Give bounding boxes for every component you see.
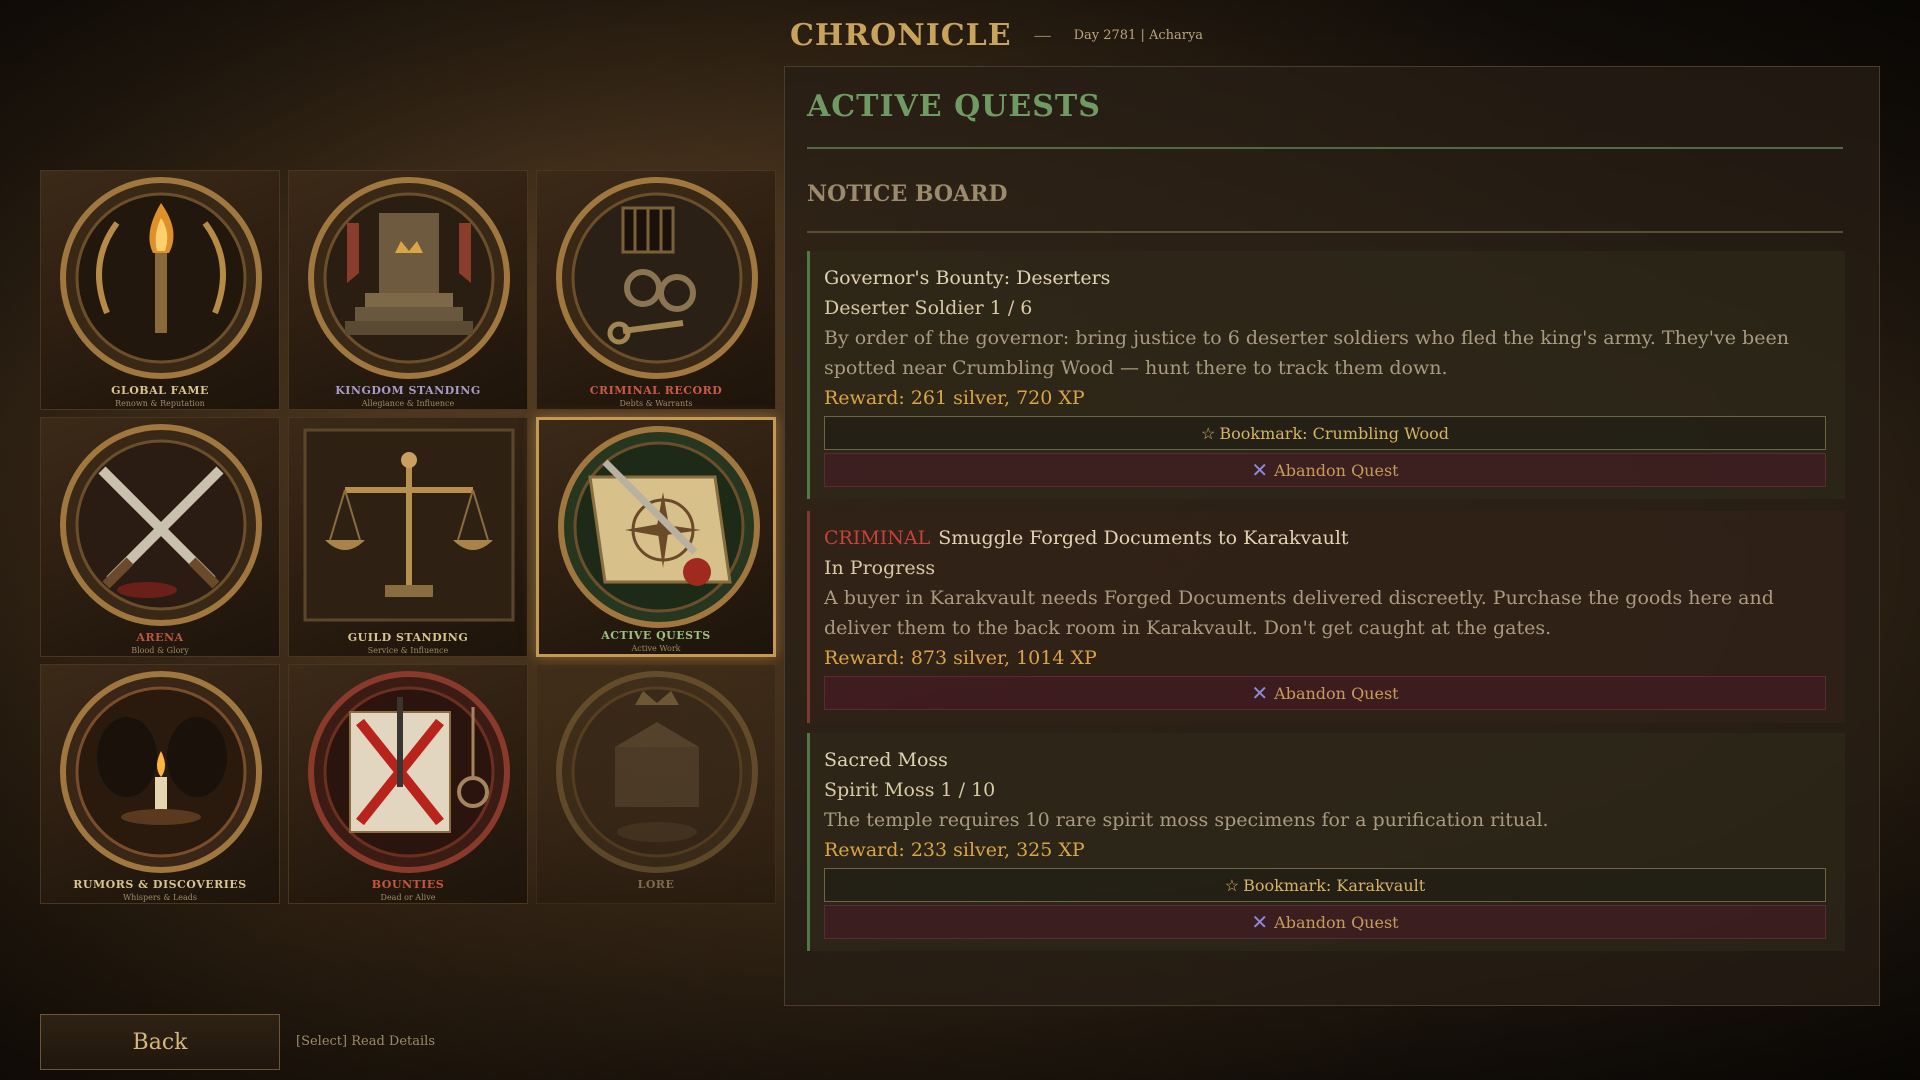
tile-kingdom-standing[interactable]: Kingdom Standing Allegiance & Influence	[288, 170, 528, 410]
tile-sublabel: Renown & Reputation	[115, 399, 205, 408]
quest-reward: Reward: 233 silver, 325 XP	[824, 839, 1085, 861]
tile-global-fame[interactable]: Global Fame Renown & Reputation	[40, 170, 280, 410]
torch-laurel-icon	[60, 177, 262, 379]
bookmark-button[interactable]: ☆ Bookmark: Karakvault	[824, 868, 1826, 902]
tile-arena[interactable]: Arena Blood & Glory	[40, 417, 280, 657]
tile-sublabel: Service & Influence	[367, 646, 449, 655]
tile-label: Rumors & Discoveries	[73, 878, 247, 891]
tile-label: Criminal Record	[589, 384, 723, 397]
game-title: CHRONICLE	[790, 17, 1012, 53]
wanted-poster-icon	[308, 671, 510, 873]
close-icon: ✕	[1251, 458, 1269, 482]
tile-label: Arena	[136, 631, 184, 644]
bookmark-label: Bookmark: Crumbling Wood	[1219, 423, 1449, 443]
tile-label: Bounties	[371, 878, 445, 891]
tile-sublabel: Dead or Alive	[380, 893, 436, 902]
tile-criminal-record[interactable]: Criminal Record Debts & Warrants	[536, 170, 776, 410]
tile-sublabel: Allegiance & Influence	[361, 399, 455, 408]
tile-sublabel: Blood & Glory	[131, 646, 189, 655]
shackles-icon	[556, 177, 758, 379]
abandon-label: Abandon Quest	[1274, 460, 1399, 480]
tile-guild-standing[interactable]: Guild Standing Service & Influence	[288, 417, 528, 657]
quest-title: Governor's Bounty: Deserters	[824, 267, 1111, 289]
abandon-quest-button[interactable]: ✕ Abandon Quest	[824, 453, 1826, 487]
header-separator: —	[1033, 24, 1052, 46]
scroll-compass-icon	[558, 426, 760, 628]
title-divider	[807, 147, 1843, 149]
tile-sublabel: Debts & Warrants	[619, 399, 693, 408]
quest-card: Sacred Moss Spirit Moss 1 / 10 The templ…	[807, 733, 1845, 951]
tile-lore[interactable]: Lore	[536, 664, 776, 904]
abandon-label: Abandon Quest	[1274, 912, 1399, 932]
tile-label: Active Quests	[601, 629, 711, 642]
tile-label: Guild Standing	[347, 631, 469, 644]
abandon-quest-button[interactable]: ✕ Abandon Quest	[824, 905, 1826, 939]
day-and-character: Day 2781 | Acharya	[1073, 27, 1204, 43]
quest-progress: Spirit Moss 1 / 10	[824, 779, 996, 801]
candle-icon	[60, 671, 262, 873]
crossed-swords-icon	[60, 424, 262, 626]
tile-sublabel: Whispers & Leads	[122, 893, 198, 902]
bookmark-label: Bookmark: Karakvault	[1243, 875, 1426, 895]
quest-panel: ACTIVE QUESTS NOTICE BOARD Governor's Bo…	[784, 66, 1880, 1006]
bookmark-button[interactable]: ☆ Bookmark: Crumbling Wood	[824, 416, 1826, 450]
scales-icon	[303, 428, 515, 622]
quest-title-line: CRIMINAL Smuggle Forged Documents to Kara…	[824, 523, 1845, 553]
abandon-quest-button[interactable]: ✕ Abandon Quest	[824, 676, 1826, 710]
quest-card: CRIMINAL Smuggle Forged Documents to Kara…	[807, 511, 1845, 723]
panel-title: ACTIVE QUESTS	[807, 89, 1101, 124]
back-button[interactable]: Back	[40, 1014, 280, 1070]
quest-progress: Deserter Soldier 1 / 6	[824, 297, 1033, 319]
tile-label: Lore	[637, 878, 675, 891]
tile-active-quests[interactable]: Active Quests Active Work	[536, 417, 776, 657]
quest-description: A buyer in Karakvault needs Forged Docum…	[824, 587, 1774, 639]
quest-title: Sacred Moss	[824, 749, 948, 771]
criminal-tag: CRIMINAL	[824, 527, 931, 549]
quest-description: The temple requires 10 rare spirit moss …	[824, 809, 1549, 831]
quest-title: Smuggle Forged Documents to Karakvault	[938, 527, 1349, 549]
tile-label: Kingdom Standing	[335, 384, 481, 397]
section-divider	[807, 231, 1843, 233]
tile-rumors-discoveries[interactable]: Rumors & Discoveries Whispers & Leads	[40, 664, 280, 904]
crest-icon	[556, 671, 758, 873]
category-grid: Global Fame Renown & Reputation Kingdom …	[40, 170, 776, 904]
star-icon: ☆	[1224, 875, 1240, 895]
section-title: NOTICE BOARD	[807, 181, 1008, 207]
quest-card: Governor's Bounty: Deserters Deserter So…	[807, 251, 1845, 499]
tile-label: Global Fame	[111, 384, 209, 397]
quest-reward: Reward: 261 silver, 720 XP	[824, 387, 1085, 409]
star-icon: ☆	[1201, 423, 1216, 443]
quest-progress: In Progress	[824, 557, 936, 579]
controls-hint: [Select] Read Details	[296, 1034, 435, 1049]
header: CHRONICLE — Day 2781 | Acharya	[790, 14, 1203, 56]
tile-sublabel: Active Work	[631, 644, 681, 653]
abandon-label: Abandon Quest	[1274, 683, 1399, 703]
quest-description: By order of the governor: bring justice …	[824, 327, 1789, 379]
close-icon: ✕	[1251, 910, 1269, 934]
throne-icon	[308, 177, 510, 379]
close-icon: ✕	[1251, 681, 1269, 705]
quest-reward: Reward: 873 silver, 1014 XP	[824, 647, 1097, 669]
tile-bounties[interactable]: Bounties Dead or Alive	[288, 664, 528, 904]
